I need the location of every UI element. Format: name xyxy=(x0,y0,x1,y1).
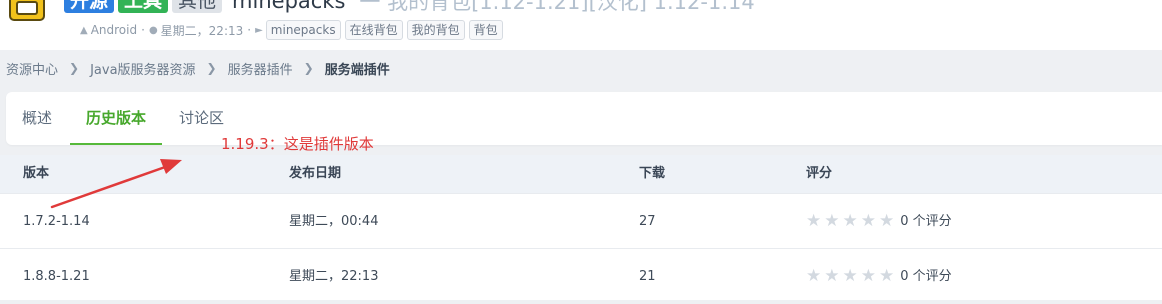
arrow-annotation xyxy=(50,159,182,209)
